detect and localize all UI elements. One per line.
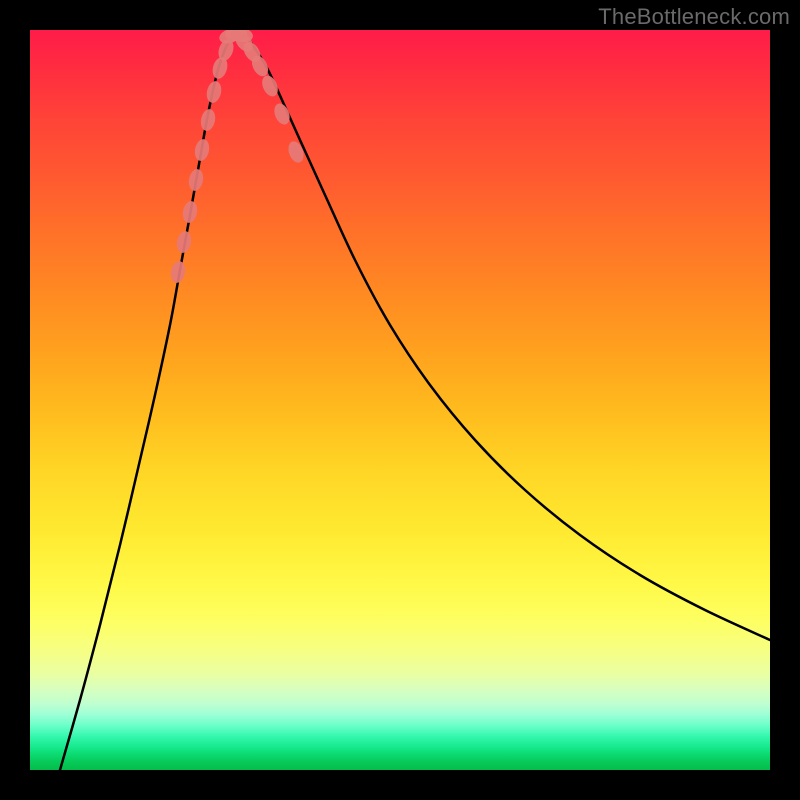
- chart-container: TheBottleneck.com: [0, 0, 800, 800]
- highlight-dot: [205, 80, 224, 105]
- watermark-text: TheBottleneck.com: [598, 4, 790, 30]
- highlight-dot: [169, 260, 187, 284]
- bottleneck-curve: [60, 35, 770, 770]
- highlighted-points-right: [232, 30, 307, 165]
- curve-layer: [30, 30, 770, 770]
- plot-area: [30, 30, 770, 770]
- highlight-dot: [175, 230, 193, 254]
- highlight-dot: [187, 168, 205, 192]
- highlight-dot: [286, 139, 307, 164]
- highlight-dot: [199, 108, 217, 132]
- highlighted-points-left: [169, 37, 236, 284]
- highlight-dot: [193, 138, 211, 162]
- highlight-dot: [259, 73, 281, 99]
- highlight-dot: [181, 200, 199, 224]
